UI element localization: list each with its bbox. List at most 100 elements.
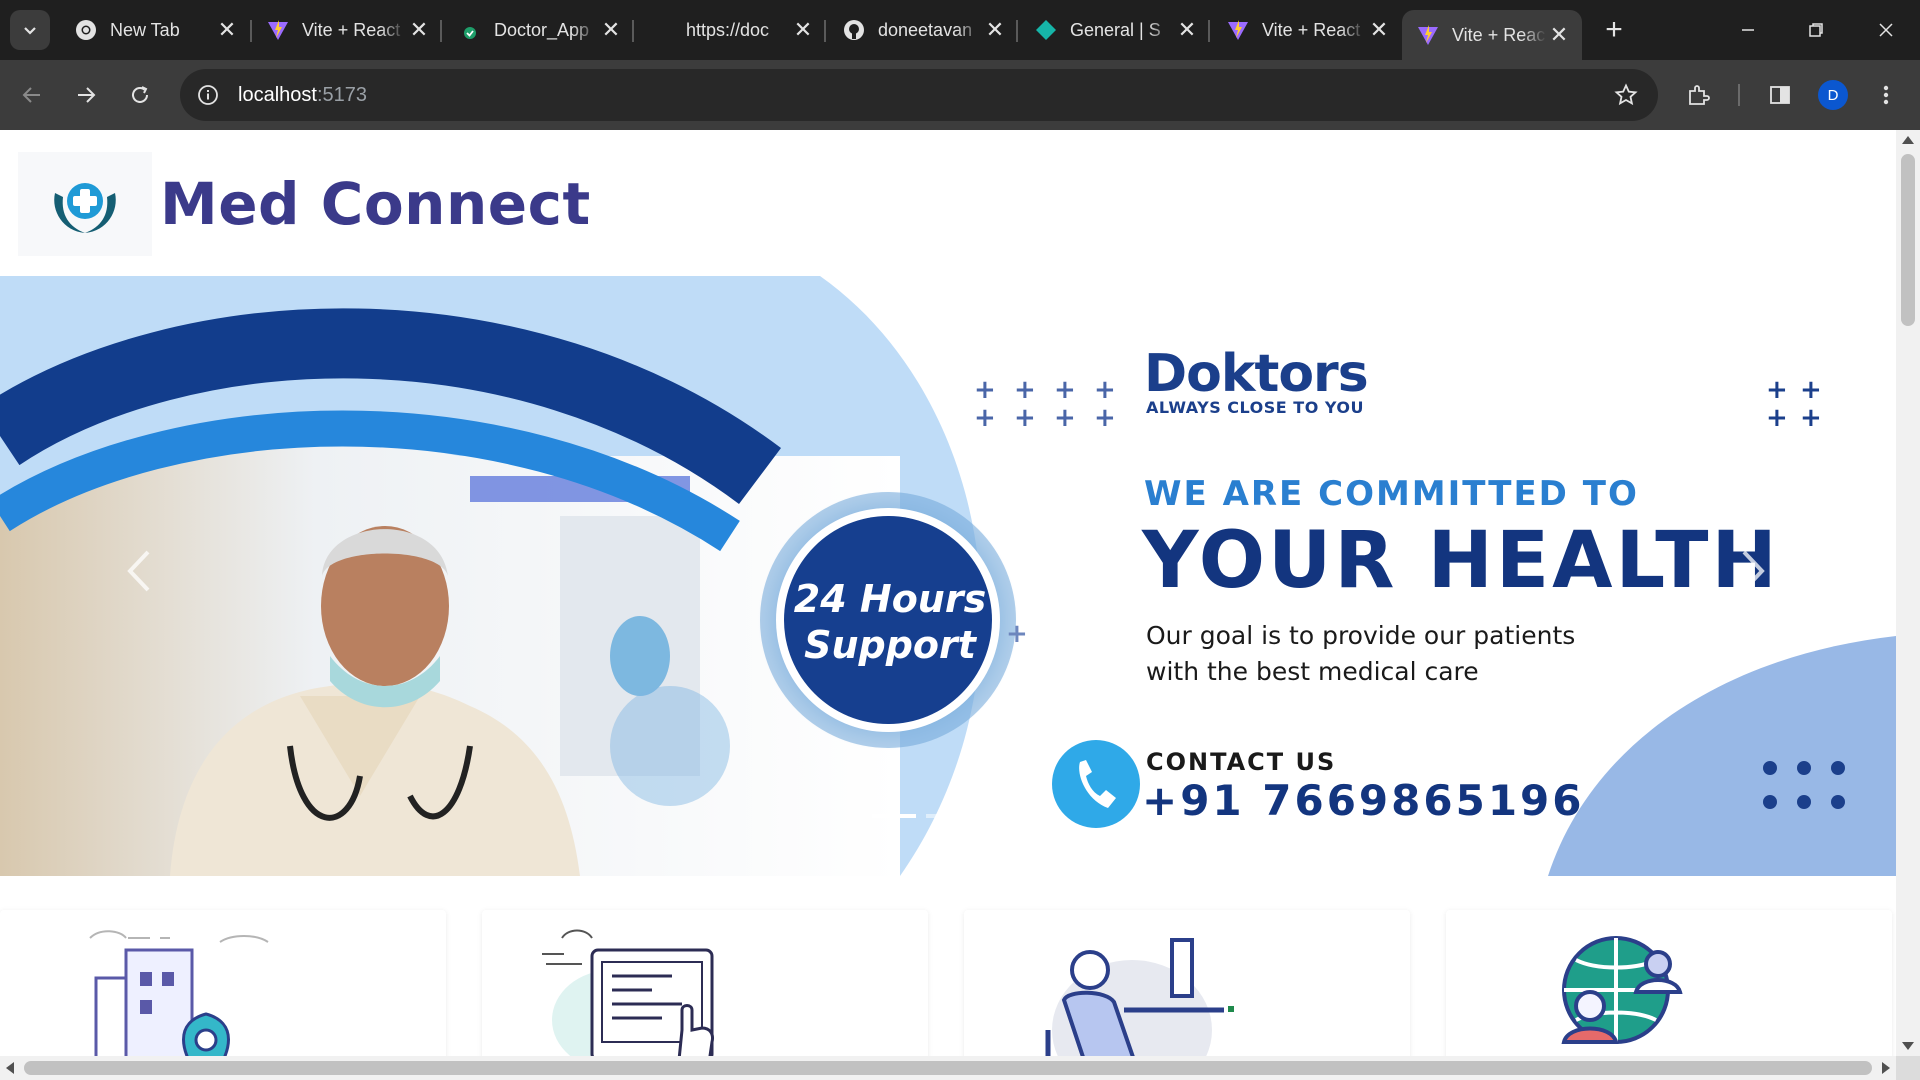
location-building-icon bbox=[89, 930, 269, 1056]
hero-goal-text: Our goal is to provide our patients with… bbox=[1146, 618, 1706, 690]
extensions-button[interactable] bbox=[1680, 77, 1716, 113]
arrow-right-icon bbox=[78, 87, 96, 103]
vite-icon bbox=[1416, 23, 1440, 47]
feature-card-global-network[interactable] bbox=[1446, 910, 1892, 1056]
reload-icon bbox=[132, 86, 148, 103]
svg-text:+: + bbox=[1094, 403, 1116, 433]
close-icon[interactable]: ✕ bbox=[790, 17, 816, 43]
consultant-desk-icon bbox=[1045, 938, 1234, 1056]
restore-button[interactable] bbox=[1796, 12, 1836, 48]
tab-new-tab[interactable]: New Tab ✕ bbox=[60, 10, 250, 50]
vite-icon bbox=[1226, 18, 1250, 42]
side-panel-button[interactable] bbox=[1762, 77, 1798, 113]
hero-carousel: + + + + + + + + + + + + + Doktors ALWAYS CLOSE T… bbox=[0, 276, 1896, 876]
address-bar[interactable]: localhost:5173 bbox=[180, 69, 1658, 121]
github-icon bbox=[842, 18, 866, 42]
feature-card-online-booking[interactable] bbox=[482, 910, 928, 1056]
bookmark-star-icon[interactable] bbox=[1612, 81, 1640, 109]
medical-hands-icon bbox=[54, 183, 116, 233]
diamond-icon bbox=[1034, 18, 1058, 42]
minimize-icon bbox=[1742, 29, 1754, 31]
horizontal-scroll-thumb[interactable] bbox=[24, 1061, 1872, 1075]
support-badge-line: Support bbox=[804, 623, 976, 667]
online-booking-icon bbox=[542, 929, 714, 1056]
new-tab-button[interactable]: + bbox=[1598, 13, 1630, 46]
tab-title: Vite + React bbox=[1452, 24, 1546, 45]
carousel-next-button[interactable] bbox=[1740, 548, 1776, 608]
tab-vite-react-active[interactable]: Vite + React ✕ bbox=[1402, 10, 1582, 60]
tab-separator bbox=[824, 20, 826, 42]
close-window-button[interactable] bbox=[1866, 12, 1906, 48]
site-logo[interactable] bbox=[18, 152, 152, 256]
close-icon[interactable]: ✕ bbox=[598, 17, 624, 43]
scroll-left-icon[interactable] bbox=[6, 1062, 14, 1074]
tab-title: doneetavan bbox=[878, 19, 973, 40]
support-badge-line: 24 Hours bbox=[793, 577, 987, 621]
svg-text:+: + bbox=[974, 403, 996, 433]
close-icon[interactable]: ✕ bbox=[1366, 17, 1392, 43]
svg-text:+: + bbox=[1800, 375, 1822, 405]
svg-text:+: + bbox=[1766, 375, 1788, 405]
tab-title: Vite + React bbox=[1262, 19, 1361, 40]
svg-text:+: + bbox=[1054, 375, 1076, 405]
tab-vite-react-1[interactable]: Vite + React ✕ bbox=[252, 10, 442, 50]
feature-card-consultant[interactable] bbox=[964, 910, 1410, 1056]
vertical-scrollbar[interactable] bbox=[1896, 130, 1920, 1056]
tab-separator bbox=[1016, 20, 1018, 42]
tab-vite-react-2[interactable]: Vite + React ✕ bbox=[1212, 10, 1402, 50]
blank-icon bbox=[650, 18, 674, 42]
hero-headline-big: YOUR HEALTH bbox=[1142, 516, 1780, 606]
tab-github[interactable]: doneetavan ✕ bbox=[828, 10, 1018, 50]
site-header: Med Connect bbox=[0, 130, 1896, 276]
horizontal-scrollbar[interactable] bbox=[0, 1056, 1896, 1080]
kebab-menu-icon bbox=[1883, 85, 1889, 105]
close-icon[interactable]: ✕ bbox=[1546, 22, 1572, 48]
carousel-indicator-1[interactable] bbox=[872, 814, 916, 818]
close-icon[interactable]: ✕ bbox=[1174, 17, 1200, 43]
site-info-icon[interactable] bbox=[194, 81, 222, 109]
menu-button[interactable] bbox=[1868, 77, 1904, 113]
tab-separator bbox=[1208, 20, 1210, 42]
scroll-down-icon[interactable] bbox=[1902, 1042, 1914, 1050]
hero-brand-name: Doktors bbox=[1144, 344, 1369, 404]
svg-text:+: + bbox=[974, 375, 996, 405]
reload-button[interactable] bbox=[122, 77, 158, 113]
vite-icon bbox=[266, 18, 290, 42]
carousel-indicator-2[interactable] bbox=[926, 814, 970, 818]
check-badge-icon bbox=[458, 18, 482, 42]
toolbar-divider bbox=[1738, 84, 1740, 106]
scroll-right-icon[interactable] bbox=[1882, 1062, 1890, 1074]
tab-general[interactable]: General | S ✕ bbox=[1020, 10, 1210, 50]
tab-title: New Tab bbox=[110, 19, 180, 40]
puzzle-icon bbox=[1689, 85, 1710, 105]
hero-goal-line: with the best medical care bbox=[1146, 657, 1479, 686]
svg-text:+: + bbox=[1014, 403, 1036, 433]
url-port: :5173 bbox=[316, 83, 367, 106]
scroll-up-icon[interactable] bbox=[1902, 136, 1914, 144]
support-badge: 24 Hours Support bbox=[760, 576, 1020, 668]
svg-text:+: + bbox=[1014, 375, 1036, 405]
back-button[interactable] bbox=[14, 77, 50, 113]
site-brand-title[interactable]: Med Connect bbox=[160, 170, 591, 238]
restore-icon bbox=[1809, 23, 1823, 37]
vertical-scroll-thumb[interactable] bbox=[1901, 154, 1915, 326]
tab-title: Vite + React bbox=[302, 19, 401, 40]
close-icon[interactable]: ✕ bbox=[982, 17, 1008, 43]
hero-contact-phone: +91 7669865196 bbox=[1142, 776, 1585, 825]
minimize-button[interactable] bbox=[1728, 12, 1768, 48]
carousel-indicator-3[interactable] bbox=[980, 814, 1024, 818]
tab-doctor-app[interactable]: Doctor_App ✕ bbox=[444, 10, 634, 50]
chevron-right-icon bbox=[1742, 550, 1765, 592]
side-panel-icon bbox=[1770, 86, 1790, 104]
chevron-left-icon bbox=[127, 550, 150, 592]
tab-https-doc[interactable]: https://doc ✕ bbox=[636, 10, 826, 50]
close-icon[interactable]: ✕ bbox=[406, 17, 432, 43]
feature-card-location[interactable] bbox=[0, 910, 446, 1056]
forward-button[interactable] bbox=[68, 77, 104, 113]
tab-search-button[interactable] bbox=[10, 10, 50, 50]
profile-avatar[interactable]: D bbox=[1818, 80, 1848, 110]
svg-text:+: + bbox=[1054, 403, 1076, 433]
close-icon[interactable]: ✕ bbox=[214, 17, 240, 43]
carousel-prev-button[interactable] bbox=[124, 548, 160, 608]
chrome-icon bbox=[74, 18, 98, 42]
